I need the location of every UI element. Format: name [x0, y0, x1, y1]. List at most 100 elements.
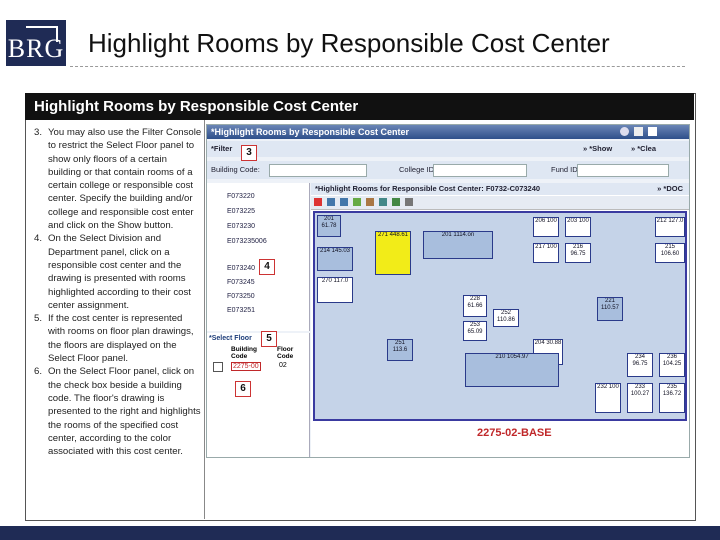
- col-floor-header: Floor Code: [277, 346, 294, 360]
- room[interactable]: 201 1114.on: [423, 231, 493, 259]
- drawing-title: *Highlight Rooms for Responsible Cost Ce…: [315, 184, 541, 193]
- room-highlighted[interactable]: 271 448.61: [375, 231, 411, 275]
- building-code-input[interactable]: [269, 164, 367, 177]
- division-tree-panel: F073220 E073225 E073230 E073235006 E0732…: [207, 183, 310, 331]
- step-number: 4.: [34, 233, 43, 245]
- zoom-out-icon[interactable]: [340, 198, 348, 206]
- slide-title: Highlight Rooms by Responsible Cost Cent…: [88, 28, 610, 58]
- pan-icon[interactable]: [353, 198, 361, 206]
- room-label: 206 100: [535, 218, 557, 224]
- room[interactable]: 216 96.75: [565, 243, 591, 263]
- room[interactable]: 270 117.0: [317, 277, 353, 303]
- room-label: 217 100: [535, 244, 557, 250]
- print-icon[interactable]: [634, 127, 643, 136]
- filter-fields-row: Building Code: College ID: Fund ID:: [207, 161, 689, 179]
- step-number: 3.: [34, 127, 43, 138]
- callout-4: 4: [259, 259, 275, 275]
- select-floor-panel: *Select Floor Building Code Floor Code 2…: [207, 333, 310, 457]
- fund-input[interactable]: [577, 164, 669, 177]
- room[interactable]: 221 110.57: [597, 297, 623, 321]
- select-floor-title: *Select Floor: [209, 335, 252, 342]
- logo-mark: [26, 26, 58, 42]
- step-text: On the Select Floor panel, click on the …: [48, 366, 201, 458]
- room[interactable]: 201 61.78: [317, 215, 341, 237]
- room-label: 221 110.57: [601, 298, 619, 311]
- room-label: 204 30.88: [534, 340, 562, 346]
- room[interactable]: 214 145.03: [317, 247, 353, 271]
- refresh-icon[interactable]: [392, 198, 400, 206]
- tree-item[interactable]: E073225: [227, 208, 255, 215]
- step-text: If the cost center is represented with r…: [48, 313, 194, 365]
- drawing-title-bar: *Highlight Rooms for Responsible Cost Ce…: [311, 183, 689, 195]
- tree-item-selected[interactable]: E073240: [227, 265, 255, 272]
- drawing-toolbar: [311, 196, 689, 210]
- room-label: 210 1054.97: [495, 354, 529, 360]
- frame-heading: Highlight Rooms by Responsible Cost Cent…: [25, 93, 694, 120]
- callout-3: 3: [241, 145, 257, 161]
- floor-drawing-label: 2275-02-BASE: [477, 427, 552, 439]
- show-button[interactable]: » *Show: [583, 141, 612, 157]
- help-icon[interactable]: [620, 127, 629, 136]
- room[interactable]: 235 136.72: [659, 383, 685, 413]
- room[interactable]: 210 1054.97: [465, 353, 559, 387]
- col-building-header: Building Code: [231, 346, 257, 360]
- room[interactable]: 212 127.0: [655, 217, 685, 237]
- tree-item[interactable]: E073230: [227, 223, 255, 230]
- callout-6: 6: [235, 381, 251, 397]
- room-label: 228 61.66: [467, 296, 483, 309]
- room[interactable]: 228 61.66: [463, 295, 487, 317]
- select-tool-icon[interactable]: [314, 198, 322, 206]
- extents-icon[interactable]: [366, 198, 374, 206]
- room-label: 214 145.03: [319, 248, 351, 254]
- floor-row-building[interactable]: 2275-00: [231, 362, 261, 371]
- drawing-panel: *Highlight Rooms for Responsible Cost Ce…: [311, 183, 689, 457]
- room-label: 271 448.61: [377, 232, 409, 238]
- room[interactable]: 251 113.6: [387, 339, 413, 361]
- room[interactable]: 252 110.86: [493, 309, 519, 327]
- step-item: 3. You may also use the Filter Console to…: [34, 126, 202, 232]
- doc-button[interactable]: » *DOC: [657, 183, 683, 195]
- room[interactable]: 232 100: [595, 383, 621, 413]
- room[interactable]: 253 65.09: [463, 321, 487, 341]
- room-label: 215 106.60: [660, 244, 680, 257]
- clear-button[interactable]: » *Clea: [631, 141, 656, 157]
- step-text: On the Select Division and Department pa…: [48, 233, 191, 311]
- print-drawing-icon[interactable]: [405, 198, 413, 206]
- tree-item[interactable]: F073245: [227, 279, 255, 286]
- room[interactable]: 217 100: [533, 243, 559, 263]
- mail-icon[interactable]: [648, 127, 657, 136]
- room-label: 270 117.0: [321, 278, 349, 284]
- footer-bar: [0, 526, 720, 540]
- room[interactable]: 203 100: [565, 217, 591, 237]
- filter-label: *Filter: [211, 144, 233, 153]
- app-title: *Highlight Rooms by Responsible Cost Cen…: [211, 127, 410, 137]
- tree-item[interactable]: E073251: [227, 307, 255, 314]
- layers-icon[interactable]: [379, 198, 387, 206]
- room-label: 201 61.78: [321, 216, 337, 229]
- app-screenshot: *Highlight Rooms by Responsible Cost Cen…: [206, 124, 690, 458]
- room-label: 233 100.27: [630, 384, 650, 397]
- zoom-in-icon[interactable]: [327, 198, 335, 206]
- room[interactable]: 236 104.25: [659, 353, 685, 377]
- room-label: 203 100: [567, 218, 589, 224]
- tree-item[interactable]: F073220: [227, 193, 255, 200]
- room-label: 232 100: [597, 384, 619, 390]
- floor-plan[interactable]: 201 61.78 271 448.61 201 1114.on 214 145…: [313, 211, 687, 421]
- college-input[interactable]: [433, 164, 527, 177]
- title-divider: [70, 66, 685, 67]
- room-label: 253 65.09: [467, 322, 483, 335]
- room[interactable]: 233 100.27: [627, 383, 653, 413]
- tree-item[interactable]: F073250: [227, 293, 255, 300]
- instruction-steps: 3. You may also use the Filter Console to…: [34, 126, 202, 458]
- fund-label: Fund ID:: [551, 165, 580, 174]
- room[interactable]: 206 100: [533, 217, 559, 237]
- room[interactable]: 234 96.75: [627, 353, 653, 377]
- tree-item[interactable]: E073235006: [227, 238, 267, 245]
- filter-console-bar: *Filter » *Show » *Clea: [207, 141, 689, 157]
- room-label: 235 136.72: [662, 384, 682, 397]
- room[interactable]: 215 106.60: [655, 243, 685, 263]
- step-item: 4. On the Select Division and Department …: [34, 232, 202, 312]
- floor-checkbox[interactable]: [213, 362, 223, 372]
- step-number: 6.: [34, 366, 43, 378]
- app-title-bar: *Highlight Rooms by Responsible Cost Cen…: [207, 125, 689, 139]
